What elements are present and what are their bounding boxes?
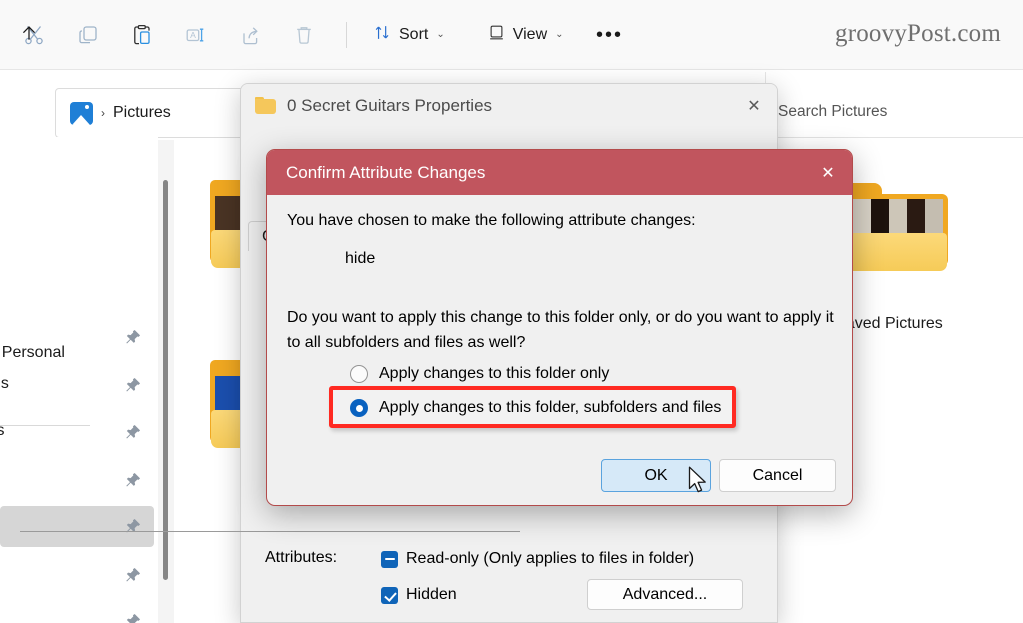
- chevron-down-icon: ⌄: [436, 29, 444, 40]
- screen-root: A S: [0, 0, 1023, 623]
- rename-icon[interactable]: A: [176, 15, 216, 55]
- paste-icon[interactable]: [122, 15, 162, 55]
- sort-button[interactable]: Sort ⌄: [363, 18, 455, 52]
- nav-row-1[interactable]: [0, 317, 154, 358]
- properties-title: 0 Secret Guitars Properties: [287, 96, 492, 116]
- copy-icon[interactable]: [68, 15, 108, 55]
- attribute-change-value: hide: [345, 250, 375, 268]
- dialog-titlebar[interactable]: Confirm Attribute Changes: [267, 150, 852, 195]
- explorer-toolbar: A S: [0, 0, 1023, 70]
- nav-row-4[interactable]: [0, 460, 154, 501]
- view-label: View: [513, 26, 547, 44]
- pictures-icon: [70, 102, 93, 125]
- chevron-down-icon: ⌄: [555, 29, 563, 40]
- dialog-question-text: Do you want to apply this change to this…: [287, 305, 841, 355]
- radio-folder-subfolders-files-label: Apply changes to this folder, subfolders…: [379, 399, 721, 417]
- delete-icon[interactable]: [284, 15, 324, 55]
- hidden-checkbox-row[interactable]: Hidden: [381, 586, 457, 604]
- readonly-checkbox-row[interactable]: Read-only (Only applies to files in fold…: [381, 550, 694, 568]
- advanced-button[interactable]: Advanced...: [587, 579, 743, 610]
- pin-icon[interactable]: [124, 612, 142, 623]
- radio-folder-subfolders-files-row[interactable]: Apply changes to this folder, subfolders…: [350, 399, 721, 417]
- radio-folder-subfolders-files[interactable]: [350, 399, 368, 417]
- pin-icon[interactable]: [124, 566, 142, 584]
- readonly-checkbox[interactable]: [381, 551, 398, 568]
- attributes-label: Attributes:: [265, 549, 337, 567]
- dialog-intro-text: You have chosen to make the following at…: [287, 212, 696, 230]
- pin-icon[interactable]: [124, 423, 142, 441]
- pin-icon[interactable]: [124, 471, 142, 489]
- pin-icon[interactable]: [124, 517, 142, 535]
- hidden-checkbox[interactable]: [381, 587, 398, 604]
- toolbar-divider: [346, 22, 347, 48]
- sort-label: Sort: [399, 26, 428, 44]
- nav-row-2[interactable]: ds: [0, 365, 154, 406]
- nav-row-5-selected[interactable]: [0, 506, 154, 547]
- more-options-button[interactable]: •••: [590, 18, 630, 52]
- scrollbar-thumb[interactable]: [163, 180, 168, 580]
- nav-row-label: ds: [0, 375, 9, 393]
- radio-folder-only-row[interactable]: Apply changes to this folder only: [350, 365, 609, 383]
- search-input[interactable]: Search Pictures: [778, 103, 887, 121]
- ok-button[interactable]: OK: [601, 459, 711, 492]
- pin-icon[interactable]: [124, 376, 142, 394]
- cancel-button[interactable]: Cancel: [719, 459, 836, 492]
- dialog-title: Confirm Attribute Changes: [286, 163, 485, 183]
- properties-titlebar[interactable]: 0 Secret Guitars Properties: [241, 84, 778, 127]
- site-watermark: groovyPost.com: [835, 20, 1001, 48]
- readonly-label: Read-only (Only applies to files in fold…: [406, 550, 694, 568]
- radio-folder-only-label: Apply changes to this folder only: [379, 365, 609, 383]
- navpane-scrollbar[interactable]: [158, 140, 174, 623]
- nav-row-3[interactable]: ts: [0, 412, 154, 453]
- hidden-label: Hidden: [406, 586, 457, 604]
- close-icon[interactable]: ✕: [804, 150, 852, 195]
- up-button[interactable]: [10, 14, 48, 52]
- radio-folder-only[interactable]: [350, 365, 368, 383]
- breadcrumb-current: Pictures: [113, 104, 171, 122]
- svg-text:A: A: [190, 30, 196, 40]
- breadcrumb-separator: ›: [101, 106, 105, 120]
- folder-icon: [255, 97, 276, 114]
- nav-row-6[interactable]: [0, 555, 154, 596]
- sort-icon: [373, 23, 392, 47]
- attributes-divider: [20, 531, 520, 532]
- pin-icon[interactable]: [124, 328, 142, 346]
- nav-row-7[interactable]: [0, 601, 154, 623]
- monitor-icon: [487, 23, 506, 47]
- share-icon[interactable]: [230, 15, 270, 55]
- address-underline: [765, 137, 1023, 138]
- close-icon[interactable]: ✕: [731, 84, 777, 127]
- navigation-pane: - Personal ds ts: [0, 137, 158, 623]
- view-button[interactable]: View ⌄: [477, 18, 574, 52]
- nav-row-label: ts: [0, 422, 4, 440]
